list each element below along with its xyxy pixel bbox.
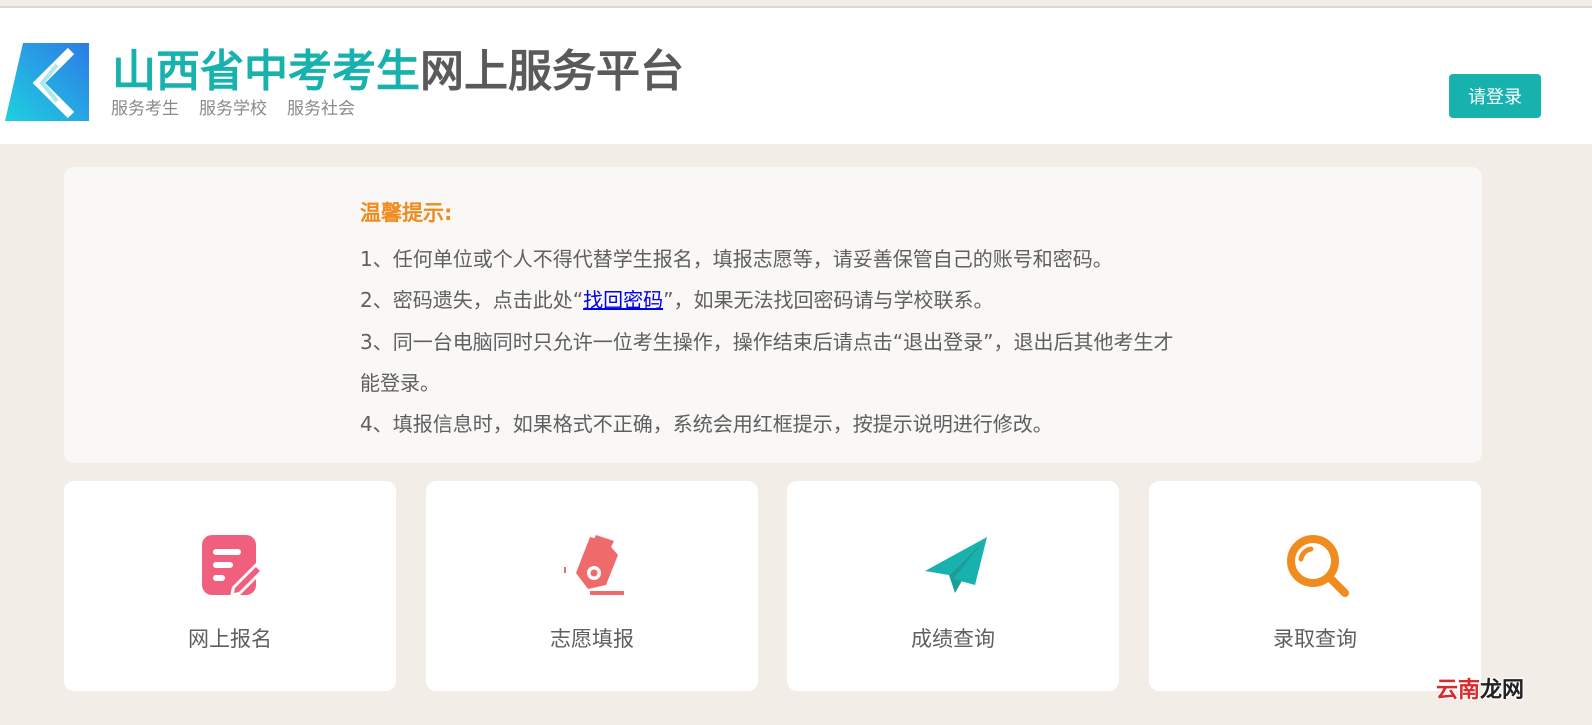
site-title-part1: 山西省中考考生 [112,46,420,97]
notice-list: 1、任何单位或个人不得代替学生报名，填报志愿等，请妥善保管自己的账号和密码。 2… [360,239,1190,445]
notice-item: 2、密码遗失，点击此处“找回密码”，如果无法找回密码请与学校联系。 [360,280,1190,321]
site-title: 山西省中考考生网上服务平台 [112,44,684,100]
login-button[interactable]: 请登录 [1449,74,1541,118]
card-volunteer-application[interactable]: 志愿填报 [426,481,758,691]
edit-note-icon [202,535,264,597]
tagline-schools: 服务学校 [199,99,267,119]
notice-item-text: ”，如果无法找回密码请与学校联系。 [663,288,994,313]
notice-title: 温馨提示: [360,201,453,225]
site-taglines: 服务考生 服务学校 服务社会 [111,94,375,119]
notice-panel: 温馨提示: 1、任何单位或个人不得代替学生报名，填报志愿等，请妥善保管自己的账号… [64,167,1482,463]
notice-item: 4、填报信息时，如果格式不正确，系统会用红框提示，按提示说明进行修改。 [360,412,1053,437]
card-online-registration[interactable]: 网上报名 [64,481,396,691]
watermark-part2: 龙网 [1480,678,1525,703]
card-label: 录取查询 [1273,627,1357,651]
card-label: 志愿填报 [550,627,634,651]
paper-plane-icon [925,537,987,593]
site-title-part2: 网上服务平台 [420,46,684,97]
notice-item-text: 2、密码遗失，点击此处“ [360,288,584,313]
card-score-inquiry[interactable]: 成绩查询 [787,481,1119,691]
tagline-society: 服务社会 [287,99,355,119]
tagline-students: 服务考生 [111,99,179,119]
watermark: 云南龙网 [1436,672,1524,704]
logo-icon [5,43,89,121]
pen-nib-icon [564,535,624,595]
card-label: 成绩查询 [911,627,995,651]
magnifier-icon [1287,535,1349,597]
notice-item: 1、任何单位或个人不得代替学生报名，填报志愿等，请妥善保管自己的账号和密码。 [360,247,1113,271]
recover-password-link[interactable]: 找回密码 [583,288,663,312]
notice-item: 3、同一台电脑同时只允许一位考生操作，操作结束后请点击“退出登录”，退出后其他考… [360,329,1174,395]
watermark-part1: 云南 [1436,678,1481,703]
card-label: 网上报名 [188,627,272,651]
site-header: 山西省中考考生网上服务平台 服务考生 服务学校 服务社会 请登录 [0,8,1592,144]
card-admission-inquiry[interactable]: 录取查询 [1149,481,1481,691]
